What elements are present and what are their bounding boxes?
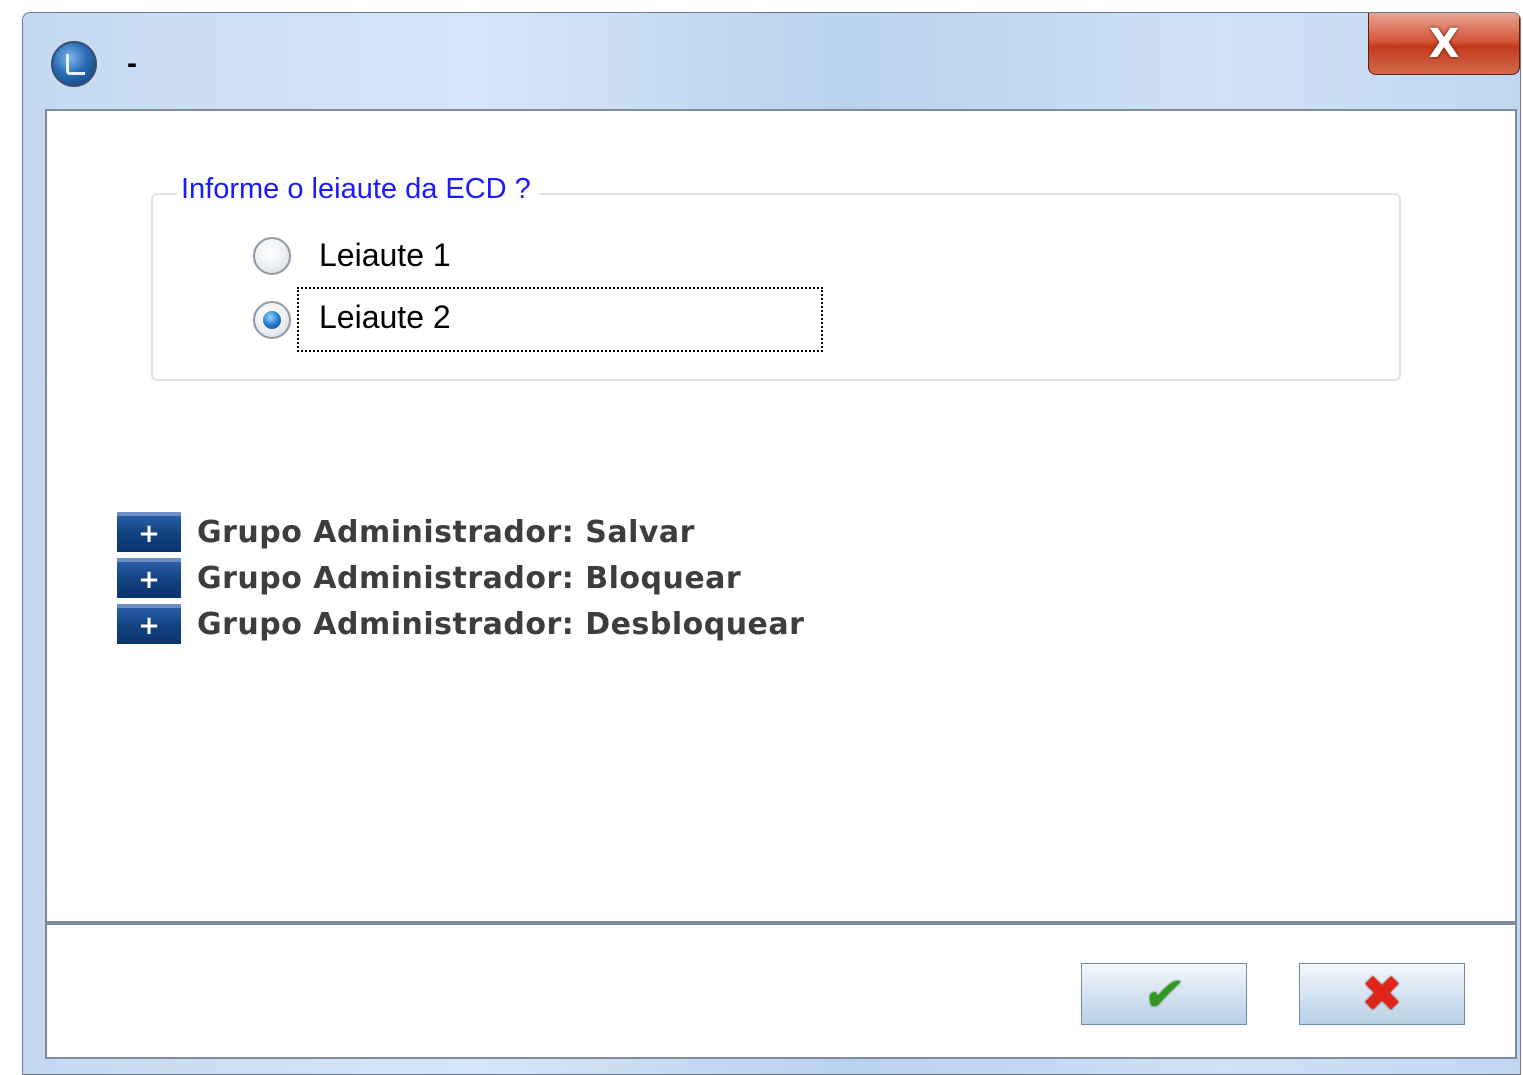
menu-item-desbloquear[interactable]: + Grupo Administrador: Desbloquear (117, 601, 804, 647)
title-bar[interactable]: - X (23, 13, 1520, 109)
content-area: Informe o leiaute da ECD ? Leiaute 1 Lei… (47, 111, 1515, 921)
dialog-client-area: Informe o leiaute da ECD ? Leiaute 1 Lei… (45, 109, 1517, 1059)
layout-groupbox: Informe o leiaute da ECD ? Leiaute 1 Lei… (151, 173, 1401, 381)
ok-button[interactable]: ✔ (1081, 963, 1247, 1025)
admin-menu-list: + Grupo Administrador: Salvar + Grupo Ad… (117, 509, 804, 647)
radio-label-leiaute-1[interactable]: Leiaute 1 (319, 233, 471, 278)
groupbox-legend: Informe o leiaute da ECD ? (177, 173, 539, 206)
cancel-x-icon: ✖ (1361, 965, 1403, 1023)
radio-button-leiaute-2[interactable] (253, 300, 291, 339)
expand-plus-icon[interactable]: + (117, 512, 181, 552)
expand-plus-icon[interactable]: + (117, 604, 181, 644)
app-logo-icon (51, 41, 97, 87)
cancel-button[interactable]: ✖ (1299, 963, 1465, 1025)
close-button[interactable]: X (1368, 13, 1520, 75)
radio-button-leiaute-1[interactable] (253, 236, 291, 275)
menu-label-salvar[interactable]: Grupo Administrador: Salvar (197, 515, 695, 550)
dialog-window: - X Informe o leiaute da ECD ? Leiaute 1… (22, 12, 1521, 1075)
menu-item-bloquear[interactable]: + Grupo Administrador: Bloquear (117, 555, 804, 601)
radio-option-leiaute-1[interactable]: Leiaute 1 (253, 233, 471, 278)
window-title: - (127, 47, 137, 80)
expand-plus-icon[interactable]: + (117, 558, 181, 598)
checkmark-icon: ✔ (1139, 967, 1189, 1021)
radio-option-leiaute-2[interactable]: Leiaute 2 (253, 287, 823, 352)
footer-button-area: ✔ ✖ (47, 925, 1515, 1057)
menu-label-desbloquear[interactable]: Grupo Administrador: Desbloquear (197, 607, 804, 642)
radio-label-leiaute-2[interactable]: Leiaute 2 (297, 287, 823, 352)
menu-label-bloquear[interactable]: Grupo Administrador: Bloquear (197, 561, 741, 596)
menu-item-salvar[interactable]: + Grupo Administrador: Salvar (117, 509, 804, 555)
